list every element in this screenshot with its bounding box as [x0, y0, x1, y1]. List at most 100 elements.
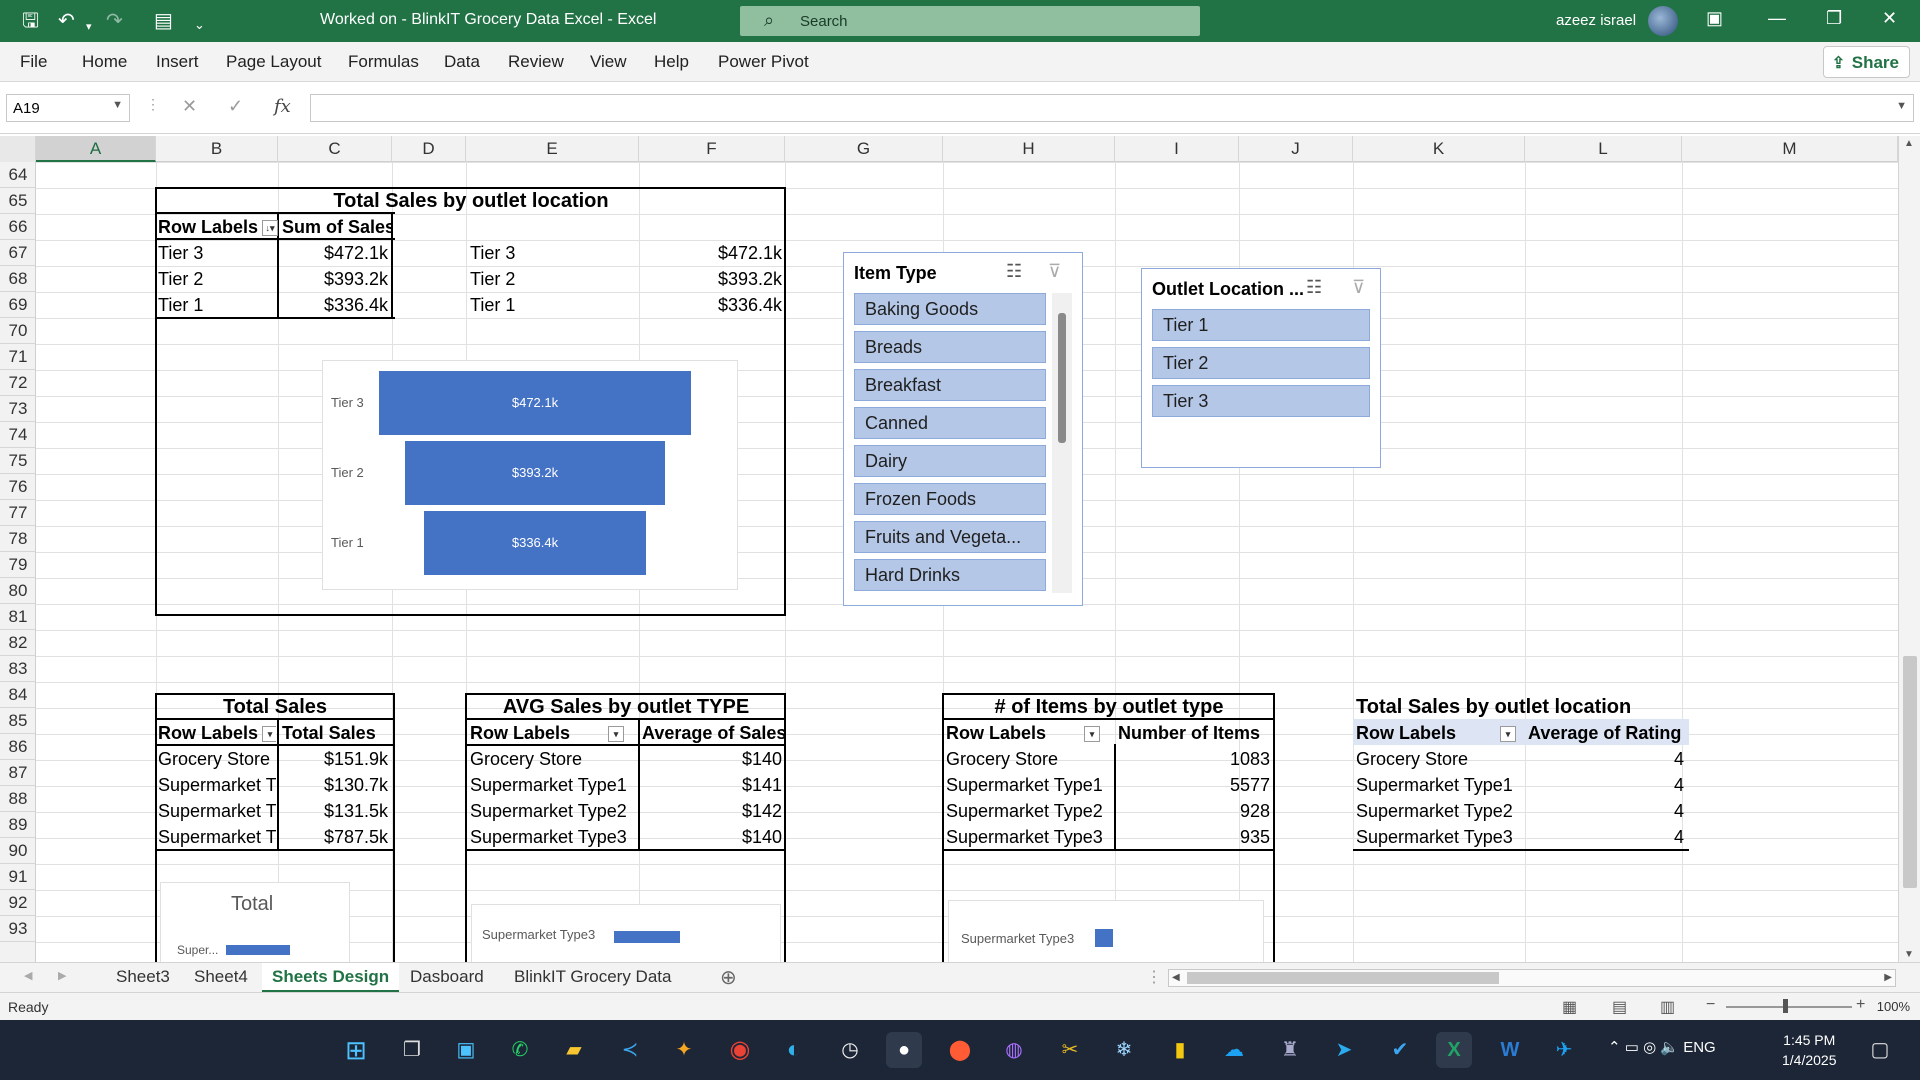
visual-studio-icon[interactable]: ✔ [1382, 1032, 1418, 1068]
pivot-location-col1[interactable]: Row Labels ↓▾ [158, 214, 278, 240]
clock[interactable]: 1:45 PM 1/4/2025 [1782, 1030, 1837, 1070]
column-header[interactable]: D [392, 136, 466, 162]
close-icon[interactable]: ✕ [1882, 8, 1897, 29]
github-icon[interactable]: ◍ [996, 1032, 1032, 1068]
column-header[interactable]: I [1115, 136, 1239, 162]
zoom-out-icon[interactable]: − [1706, 996, 1715, 1014]
row-header[interactable]: 64 [0, 162, 35, 188]
funnel-chart[interactable]: Tier 3 $472.1k Tier 2 $393.2k Tier 1 $336.4k [322, 360, 738, 590]
column-header[interactable]: B [156, 136, 278, 162]
horizontal-scroll-thumb[interactable] [1187, 972, 1499, 984]
worksheet-grid[interactable]: Total Sales by outlet location Row Label… [36, 162, 1898, 962]
row-header[interactable]: 65 [0, 188, 35, 214]
slicer-item[interactable]: Fruits and Vegeta... [854, 521, 1046, 553]
slicer-scroll-thumb[interactable] [1058, 313, 1066, 443]
multi-select-icon[interactable]: ☷ [1306, 277, 1322, 298]
twitter-icon[interactable]: ✈ [1546, 1032, 1582, 1068]
vertical-scrollbar[interactable]: ▲ ▼ [1898, 136, 1920, 962]
pivot-rating-col1[interactable]: Row Labels ▾ [1356, 720, 1524, 746]
column-header[interactable]: H [943, 136, 1115, 162]
row-header[interactable]: 66 [0, 214, 35, 240]
sheet-tab-active[interactable]: Sheets Design [262, 963, 400, 993]
row-header[interactable]: 73 [0, 396, 35, 422]
tab-data[interactable]: Data [444, 52, 480, 72]
row-header[interactable]: 84 [0, 682, 35, 708]
row-header[interactable]: 75 [0, 448, 35, 474]
restore-icon[interactable]: ❐ [1826, 8, 1842, 29]
column-header[interactable]: K [1353, 136, 1525, 162]
page-layout-view-icon[interactable]: ▤ [1612, 997, 1627, 1017]
add-sheet-button[interactable]: ⊕ [720, 965, 737, 990]
avatar[interactable] [1648, 6, 1678, 36]
row-header[interactable]: 67 [0, 240, 35, 266]
slicer-item[interactable]: Baking Goods [854, 293, 1046, 325]
sort-filter-icon[interactable]: ↓▾ [262, 220, 278, 237]
pivot-total-sales-col1[interactable]: Row Labels ▾ [158, 720, 276, 746]
sheet-tab[interactable]: Sheet4 [194, 967, 248, 987]
skype-icon[interactable]: ☁ [1216, 1032, 1252, 1068]
multi-select-icon[interactable]: ☷ [1006, 261, 1022, 282]
row-header[interactable]: 77 [0, 500, 35, 526]
widgets-icon[interactable]: ▣ [448, 1032, 484, 1068]
chrome-icon[interactable]: ◉ [722, 1032, 758, 1068]
excel-icon[interactable]: X [1436, 1032, 1472, 1068]
row-header[interactable]: 83 [0, 656, 35, 682]
whatsapp-icon[interactable]: ✆ [502, 1032, 538, 1068]
row-header[interactable]: 82 [0, 630, 35, 656]
row-header[interactable]: 92 [0, 890, 35, 916]
tab-formulas[interactable]: Formulas [348, 52, 419, 72]
expand-formula-icon[interactable]: ▼ [1896, 100, 1907, 112]
row-header[interactable]: 89 [0, 812, 35, 838]
tab-insert[interactable]: Insert [156, 52, 199, 72]
filter-dropdown-icon[interactable]: ▾ [1084, 726, 1101, 743]
filter-dropdown-icon[interactable]: ▾ [608, 726, 625, 743]
split-handle-icon[interactable]: ⋮ [1146, 967, 1162, 987]
slicer-item[interactable]: Tier 2 [1152, 347, 1370, 379]
user-name[interactable]: azeez israel [1556, 12, 1636, 29]
name-box[interactable]: A19 ▼ [6, 94, 130, 122]
chevron-down-icon[interactable]: ▼ [112, 99, 123, 111]
slicer-item[interactable]: Frozen Foods [854, 483, 1046, 515]
ribbon-display-icon[interactable]: ▣ [1706, 8, 1723, 29]
redo-icon[interactable]: ↷ [106, 10, 123, 32]
row-header[interactable]: 69 [0, 292, 35, 318]
edge-icon[interactable]: ◐ [776, 1032, 812, 1068]
tab-file[interactable]: File [20, 52, 47, 72]
clear-filter-icon[interactable]: ⊽ [1048, 261, 1061, 282]
select-all-corner[interactable] [0, 136, 36, 162]
funnel-bar[interactable]: $336.4k [424, 511, 646, 575]
windows-start-icon[interactable]: ⊞ [338, 1032, 374, 1068]
row-header[interactable]: 80 [0, 578, 35, 604]
column-header[interactable]: J [1239, 136, 1353, 162]
row-header[interactable]: 72 [0, 370, 35, 396]
slicer-item-type[interactable]: Item Type ☷ ⊽ Baking Goods Breads Breakf… [843, 252, 1083, 606]
zoom-in-icon[interactable]: + [1856, 996, 1865, 1014]
row-header[interactable]: 70 [0, 318, 35, 344]
column-header[interactable]: F [639, 136, 785, 162]
form-icon[interactable]: ▤ [154, 10, 173, 32]
row-header[interactable]: 85 [0, 708, 35, 734]
scroll-up-icon[interactable]: ▲ [1904, 138, 1914, 149]
word-icon[interactable]: W [1492, 1032, 1528, 1068]
sheet-tab[interactable]: BlinkIT Grocery Data [514, 967, 671, 987]
search-box[interactable]: ⌕ Search [740, 6, 1200, 36]
column-header[interactable]: E [466, 136, 639, 162]
tab-help[interactable]: Help [654, 52, 689, 72]
row-header[interactable]: 74 [0, 422, 35, 448]
power-bi-icon[interactable]: ▮ [1162, 1032, 1198, 1068]
sheet-tab[interactable]: Sheet3 [116, 967, 170, 987]
tab-scroll-right-icon[interactable]: ▶ [58, 969, 66, 982]
column-header[interactable]: L [1525, 136, 1682, 162]
funnel-bar[interactable]: $472.1k [379, 371, 691, 435]
vscode-icon[interactable]: ≺ [612, 1032, 648, 1068]
app-icon[interactable]: ● [886, 1032, 922, 1068]
row-header[interactable]: 79 [0, 552, 35, 578]
formula-input[interactable]: ▼ [310, 94, 1914, 122]
page-break-view-icon[interactable]: ▥ [1660, 997, 1675, 1017]
horizontal-scrollbar[interactable]: ◀ ▶ [1168, 969, 1896, 987]
column-header[interactable]: A [36, 136, 156, 162]
clear-filter-icon[interactable]: ⊽ [1352, 277, 1365, 298]
notifications-icon[interactable]: ▢ [1862, 1032, 1898, 1068]
tab-page-layout[interactable]: Page Layout [226, 52, 321, 72]
filter-dropdown-icon[interactable]: ▾ [1500, 726, 1517, 743]
